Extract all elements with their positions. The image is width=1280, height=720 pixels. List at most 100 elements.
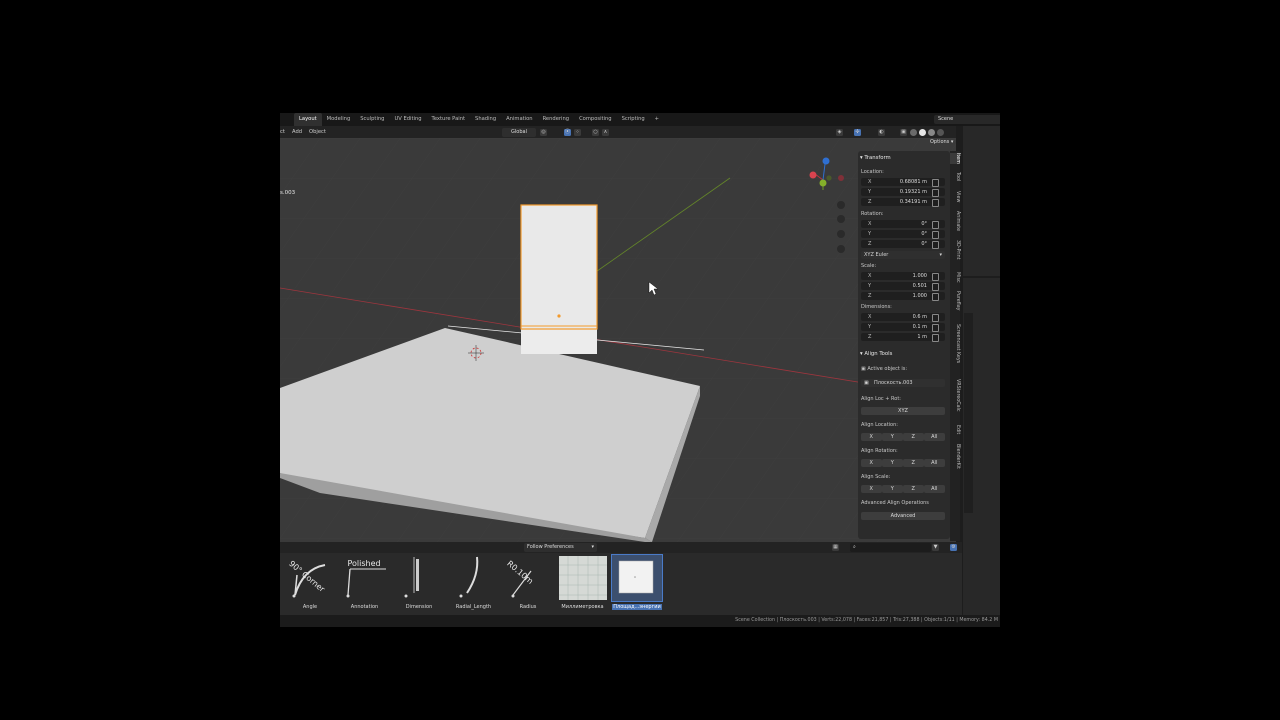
camera-view-icon[interactable]	[837, 230, 845, 238]
menu-object[interactable]: Object	[309, 126, 326, 138]
lock-icon[interactable]	[932, 199, 939, 207]
sidebar-tab-animate[interactable]: Animate	[950, 211, 960, 231]
overlay-icon[interactable]: ◐	[878, 128, 885, 136]
proportional-icon[interactable]: ○	[592, 128, 599, 136]
align-xyz-button[interactable]: XYZ	[861, 407, 945, 415]
rendered-shading-icon[interactable]	[937, 128, 944, 136]
sidebar-tab-screencast-keys[interactable]: Screencast Keys	[950, 324, 960, 363]
workspace-tab[interactable]: Scripting	[617, 113, 650, 126]
solid-shading-icon[interactable]	[919, 128, 926, 136]
3d-viewport[interactable]: s.003	[280, 138, 956, 542]
align-all-button[interactable]: All	[924, 459, 945, 467]
scene-selector[interactable]: Scene	[934, 115, 1000, 124]
gizmo-x-axis[interactable]	[809, 171, 817, 179]
align-x-button[interactable]: X	[861, 485, 882, 493]
align-y-button[interactable]: Y	[882, 485, 903, 493]
perspective-toggle-icon[interactable]	[837, 245, 845, 253]
workspace-tab[interactable]: Animation	[501, 113, 537, 126]
align-y-button[interactable]: Y	[882, 459, 903, 467]
lock-icon[interactable]	[932, 231, 939, 239]
visibility-icon[interactable]: ◈	[836, 128, 843, 136]
stele-base[interactable]	[521, 328, 597, 354]
sidebar-tab-edit[interactable]: Edit	[950, 425, 960, 434]
display-mode-icon[interactable]: ▦	[832, 544, 839, 551]
align-z-button[interactable]: Z	[903, 459, 924, 467]
orientation-dropdown[interactable]: Global	[502, 127, 536, 137]
settings-gear-icon[interactable]: ⚙	[950, 544, 957, 551]
stele-selected[interactable]	[520, 204, 598, 330]
pan-hand-icon[interactable]	[837, 215, 845, 223]
asset-item[interactable]: R0.10m Radius	[503, 555, 553, 611]
workspace-tab[interactable]: Modeling	[322, 113, 356, 126]
align-x-button[interactable]: X	[861, 459, 882, 467]
falloff-icon[interactable]: ∧	[602, 128, 609, 136]
library-dropdown[interactable]: Follow Preferences ▾	[524, 543, 597, 552]
menu-add[interactable]: Add	[292, 126, 302, 138]
sidebar-tab-item[interactable]: Item	[950, 153, 960, 164]
lock-icon[interactable]	[932, 334, 939, 342]
lock-icon[interactable]	[932, 324, 939, 332]
object-origin	[557, 314, 561, 318]
filter-icon[interactable]: ▼	[932, 544, 939, 551]
align-z-button[interactable]: Z	[903, 433, 924, 441]
snap-icon[interactable]: ⦿	[564, 128, 571, 136]
align-z-button[interactable]: Z	[903, 485, 924, 493]
gizmo-neg-y[interactable]	[826, 175, 832, 181]
lock-icon[interactable]	[932, 314, 939, 322]
align-all-button[interactable]: All	[924, 485, 945, 493]
align-y-button[interactable]: Y	[882, 433, 903, 441]
workspace-tab[interactable]: Texture Paint	[427, 113, 470, 126]
asset-item[interactable]: Dimension	[394, 555, 444, 611]
sidebar-tab-3d-print[interactable]: 3D-Print	[950, 240, 960, 260]
lock-icon[interactable]	[932, 221, 939, 229]
asset-item[interactable]: Миллиметровка	[558, 555, 608, 611]
asset-item[interactable]: Radial_Length	[449, 555, 499, 611]
transform-panel-title[interactable]: ▾ Transform	[860, 155, 891, 161]
sidebar-tab-view[interactable]: View	[950, 191, 960, 202]
pivot-icon[interactable]: ◎	[540, 128, 547, 136]
gizmo-icon[interactable]: ✣	[854, 128, 861, 136]
align-all-button[interactable]: All	[924, 433, 945, 441]
axis-label: Z	[868, 199, 872, 205]
workspace-tab[interactable]: +	[650, 113, 664, 126]
options-dropdown[interactable]: Options ▾	[930, 139, 953, 145]
asset-item[interactable]: 90° Corner Angle	[285, 555, 335, 611]
menu-truncated[interactable]: ct	[280, 126, 285, 138]
dimensions-value: 0.6 m	[912, 314, 927, 320]
material-shading-icon[interactable]	[928, 128, 935, 136]
sidebar-tab-blenderkit[interactable]: BlenderKit	[950, 444, 960, 469]
workspace-tab[interactable]: Sculpting	[355, 113, 389, 126]
wireframe-shading-icon[interactable]	[910, 128, 917, 136]
snap-target-icon[interactable]: ⁘	[574, 128, 581, 136]
axis-label: Y	[868, 189, 872, 195]
lock-icon[interactable]	[932, 179, 939, 187]
sidebar-tab-tool[interactable]: Tool	[950, 172, 960, 181]
sidebar-tab-vrstereocalc[interactable]: VRStereoCalc	[950, 379, 960, 412]
gizmo-z-axis[interactable]	[822, 157, 830, 165]
workspace-tab[interactable]: Layout	[294, 113, 322, 126]
active-object-field[interactable]: ▣ Плоскость.003	[861, 379, 945, 387]
workspace-tab[interactable]: Rendering	[538, 113, 575, 126]
rotation-mode-dropdown[interactable]: XYZ Euler ▾	[861, 251, 945, 259]
workspace-tab[interactable]: UV Editing	[389, 113, 426, 126]
outliner-panel[interactable]	[963, 126, 1000, 276]
workspace-tab[interactable]: Shading	[470, 113, 501, 126]
asset-item[interactable]: Площад...энергии	[611, 554, 663, 611]
gizmo-neg-x[interactable]	[838, 175, 844, 181]
align-tools-title[interactable]: ▾ Align Tools	[860, 351, 892, 357]
align-x-button[interactable]: X	[861, 433, 882, 441]
workspace-tab[interactable]: Compositing	[574, 113, 617, 126]
lock-icon[interactable]	[932, 293, 939, 301]
advanced-button[interactable]: Advanced	[861, 512, 945, 520]
gizmo-y-axis[interactable]	[819, 179, 827, 187]
lock-icon[interactable]	[932, 283, 939, 291]
xray-icon[interactable]: ▣	[900, 128, 907, 136]
zoom-icon[interactable]	[837, 201, 845, 209]
sidebar-tab-misc[interactable]: Misc	[950, 272, 960, 283]
asset-search-input[interactable]: ⌕	[850, 543, 931, 552]
lock-icon[interactable]	[932, 189, 939, 197]
asset-item[interactable]: Polished Annotation	[340, 555, 390, 611]
lock-icon[interactable]	[932, 241, 939, 249]
sidebar-tab-pureflay[interactable]: Pureflay	[950, 291, 960, 310]
lock-icon[interactable]	[932, 273, 939, 281]
